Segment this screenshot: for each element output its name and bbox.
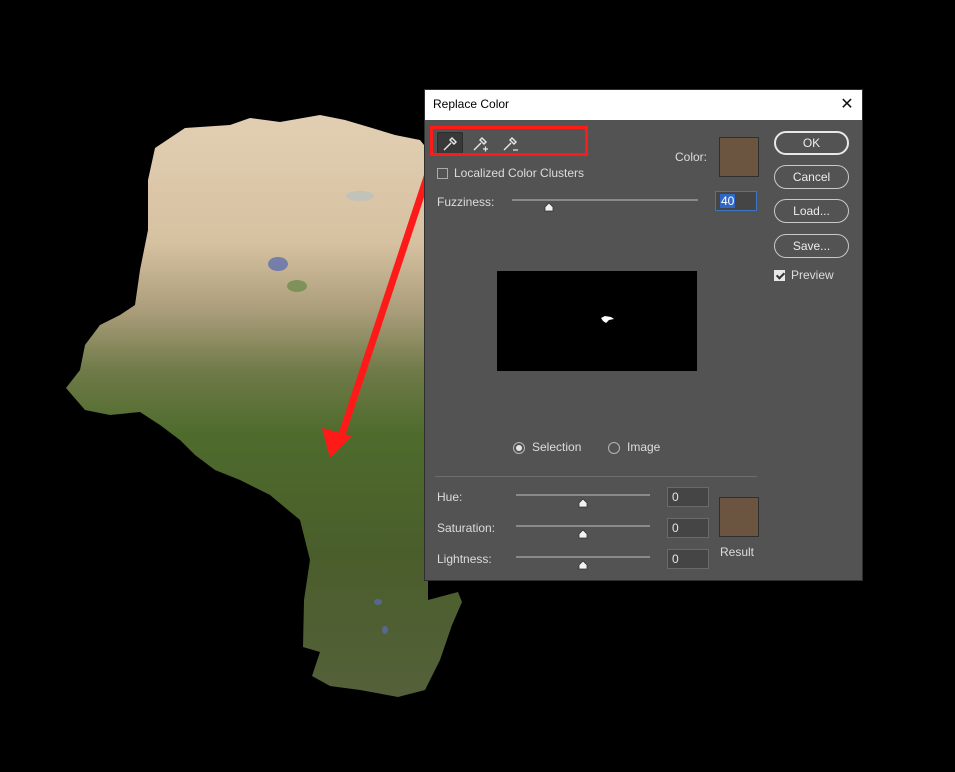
- color-label: Color:: [675, 150, 708, 164]
- load-button[interactable]: Load...: [774, 199, 849, 223]
- fuzziness-value: 40: [720, 194, 736, 208]
- lightness-slider-track[interactable]: [516, 556, 650, 558]
- country-region-shape: [66, 115, 462, 697]
- close-button[interactable]: ✕: [836, 94, 858, 116]
- lightness-input[interactable]: 0: [667, 549, 709, 569]
- fuzziness-label: Fuzziness:: [437, 195, 495, 209]
- fuzziness-input[interactable]: 40: [715, 191, 757, 211]
- image-radio-label: Image: [627, 440, 661, 454]
- preview-checkbox[interactable]: [774, 270, 785, 281]
- result-swatch: [719, 497, 759, 537]
- dialog-title: Replace Color: [433, 97, 510, 111]
- eyedropper-highlight-box: [430, 126, 588, 156]
- saturation-label: Saturation:: [437, 521, 496, 535]
- selection-mask: [601, 316, 614, 323]
- dialog-titlebar[interactable]: Replace Color ✕: [425, 90, 862, 120]
- lightness-slider-thumb[interactable]: [578, 560, 588, 570]
- localized-clusters-checkbox[interactable]: [437, 168, 448, 179]
- save-button[interactable]: Save...: [774, 234, 849, 258]
- hue-slider-thumb[interactable]: [578, 498, 588, 508]
- fuzziness-slider-thumb[interactable]: [544, 202, 554, 212]
- hue-slider-track[interactable]: [516, 494, 650, 496]
- color-swatch[interactable]: [719, 137, 759, 177]
- image-radio[interactable]: [608, 442, 620, 454]
- selection-radio-label: Selection: [532, 440, 582, 454]
- result-label: Result: [720, 545, 755, 559]
- replace-color-dialog: Replace Color ✕ Color: Localized Color C…: [425, 90, 862, 580]
- selection-preview: [497, 271, 697, 371]
- section-divider: [435, 476, 757, 477]
- cancel-button[interactable]: Cancel: [774, 165, 849, 189]
- saturation-slider-track[interactable]: [516, 525, 650, 527]
- lightness-label: Lightness:: [437, 552, 492, 566]
- saturation-slider-thumb[interactable]: [578, 529, 588, 539]
- preview-label: Preview: [791, 268, 834, 282]
- fuzziness-slider-track[interactable]: [512, 199, 698, 201]
- hue-input[interactable]: 0: [667, 487, 709, 507]
- hue-label: Hue:: [437, 490, 463, 504]
- ok-button[interactable]: OK: [774, 131, 849, 155]
- saturation-input[interactable]: 0: [667, 518, 709, 538]
- selection-radio[interactable]: [513, 442, 525, 454]
- localized-clusters-label: Localized Color Clusters: [454, 166, 585, 180]
